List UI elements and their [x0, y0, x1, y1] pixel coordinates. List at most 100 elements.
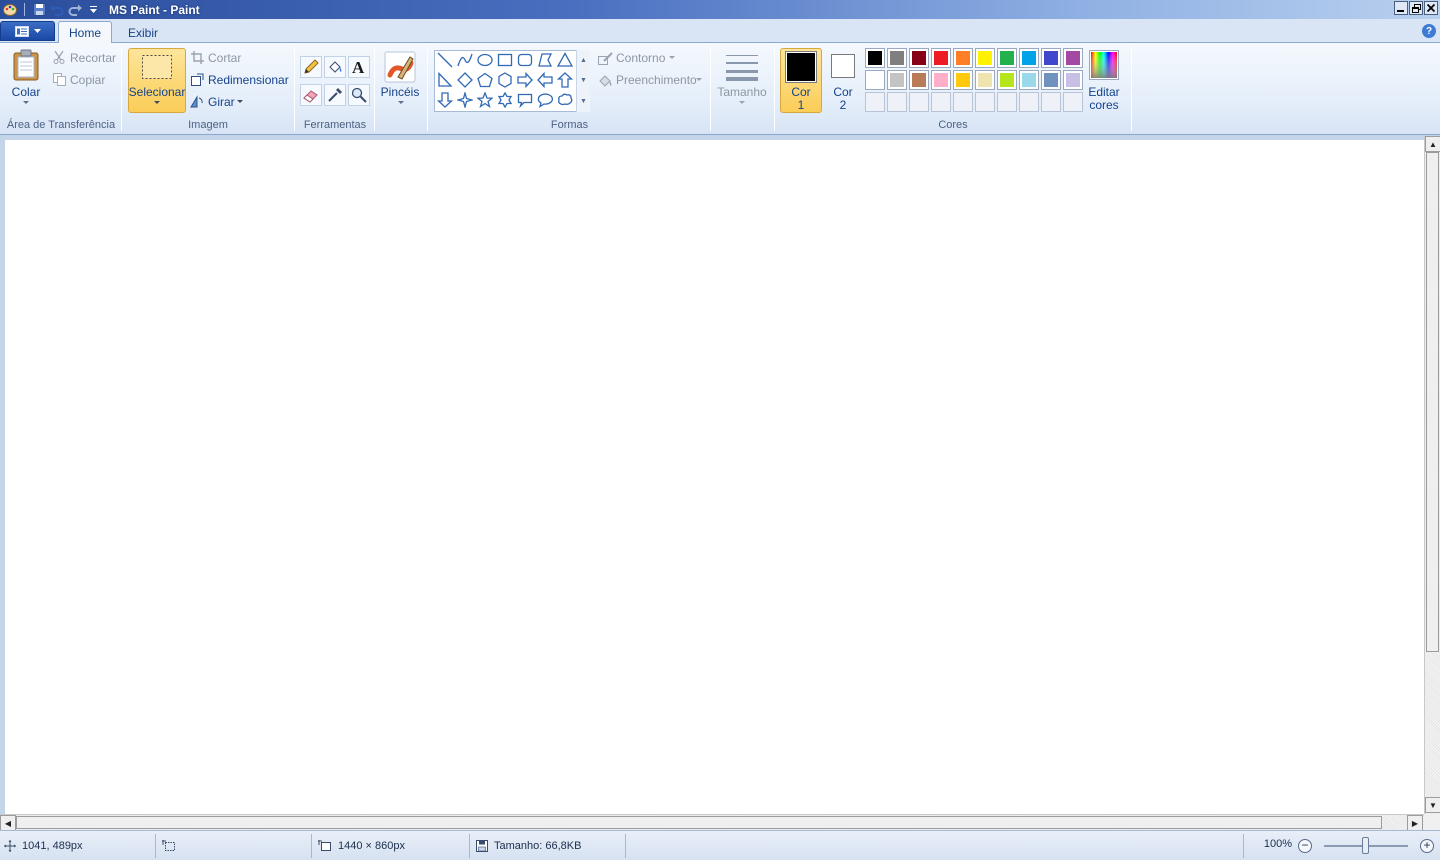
vertical-scrollbar[interactable]: ▲ ▼ — [1424, 136, 1440, 814]
customize-qat-icon[interactable] — [85, 2, 101, 17]
copy-button[interactable]: Copiar — [70, 73, 105, 87]
palette-swatch[interactable] — [1041, 48, 1061, 68]
restore-button[interactable] — [1409, 1, 1423, 15]
minimize-button[interactable] — [1394, 1, 1408, 15]
horizontal-scrollbar[interactable]: ◀ ▶ — [0, 814, 1424, 831]
palette-swatch[interactable] — [931, 48, 951, 68]
palette-swatch[interactable] — [865, 48, 885, 68]
scroll-down-icon[interactable]: ▼ — [580, 77, 587, 84]
pentagon-shape-button[interactable] — [475, 70, 495, 90]
outline-dropdown-icon[interactable] — [668, 55, 676, 61]
right-arrow-shape-button[interactable] — [515, 70, 535, 90]
save-icon[interactable] — [31, 2, 47, 17]
brushes-dropdown-icon[interactable] — [397, 100, 405, 106]
expand-gallery-icon[interactable]: ▼ — [580, 98, 587, 105]
palette-swatch[interactable] — [865, 70, 885, 90]
custom-color-slot[interactable] — [887, 92, 907, 112]
palette-swatch[interactable] — [1019, 70, 1039, 90]
rect-callout-shape-button[interactable] — [515, 90, 535, 110]
scroll-up-button[interactable]: ▲ — [1425, 136, 1440, 152]
tab-exibir[interactable]: Exibir — [116, 21, 170, 44]
curve-shape-button[interactable] — [455, 50, 475, 70]
line-size-icon[interactable] — [724, 49, 760, 83]
line-shape-button[interactable] — [435, 50, 455, 70]
scroll-down-button[interactable]: ▼ — [1425, 797, 1440, 813]
palette-swatch[interactable] — [887, 48, 907, 68]
scroll-up-icon[interactable]: ▲ — [580, 57, 587, 64]
down-arrow-shape-button[interactable] — [435, 90, 455, 110]
undo-icon[interactable] — [49, 2, 65, 17]
select-dropdown-icon[interactable] — [153, 100, 161, 106]
triangle-shape-button[interactable] — [555, 50, 575, 70]
paint-app-icon[interactable] — [2, 2, 18, 17]
six-point-star-shape-button[interactable] — [495, 90, 515, 110]
size-button[interactable]: Tamanho — [714, 86, 770, 99]
paste-dropdown-icon[interactable] — [22, 100, 30, 106]
palette-swatch[interactable] — [975, 48, 995, 68]
color2-button[interactable] — [831, 54, 855, 78]
crop-button[interactable]: Cortar — [208, 51, 241, 65]
eraser-tool-button[interactable] — [300, 84, 322, 106]
custom-color-slot[interactable] — [997, 92, 1017, 112]
hexagon-shape-button[interactable] — [495, 70, 515, 90]
brushes-button[interactable]: Pincéis — [378, 86, 422, 99]
palette-swatch[interactable] — [953, 48, 973, 68]
palette-swatch[interactable] — [953, 70, 973, 90]
edit-colors-button[interactable]: Editar cores — [1082, 86, 1126, 112]
help-icon[interactable]: ? — [1422, 24, 1436, 38]
palette-swatch[interactable] — [975, 70, 995, 90]
outline-button[interactable]: Contorno — [616, 51, 665, 65]
up-arrow-shape-button[interactable] — [555, 70, 575, 90]
fill-button[interactable]: Preenchimento — [616, 73, 697, 87]
tab-home[interactable]: Home — [58, 21, 112, 44]
palette-swatch[interactable] — [887, 70, 907, 90]
fill-dropdown-icon[interactable] — [695, 77, 703, 83]
pencil-tool-button[interactable] — [300, 56, 322, 78]
size-dropdown-icon[interactable] — [738, 100, 746, 106]
rotate-dropdown-icon[interactable] — [236, 99, 244, 105]
zoom-in-button[interactable]: + — [1420, 839, 1434, 853]
left-arrow-shape-button[interactable] — [535, 70, 555, 90]
palette-swatch[interactable] — [909, 48, 929, 68]
palette-swatch[interactable] — [1041, 70, 1061, 90]
paste-icon[interactable] — [10, 48, 42, 82]
four-point-star-shape-button[interactable] — [455, 90, 475, 110]
custom-color-slot[interactable] — [865, 92, 885, 112]
palette-swatch[interactable] — [997, 70, 1017, 90]
paste-button[interactable]: Colar — [6, 86, 46, 99]
oval-shape-button[interactable] — [475, 50, 495, 70]
horizontal-scroll-thumb[interactable] — [16, 816, 1382, 829]
rotate-button[interactable]: Girar — [208, 95, 235, 109]
text-tool-button[interactable]: A — [348, 56, 370, 78]
zoom-slider-thumb[interactable] — [1362, 837, 1369, 854]
color-picker-tool-button[interactable] — [324, 84, 346, 106]
palette-swatch[interactable] — [1063, 70, 1083, 90]
custom-color-slot[interactable] — [931, 92, 951, 112]
palette-swatch[interactable] — [909, 70, 929, 90]
five-point-star-shape-button[interactable] — [475, 90, 495, 110]
scroll-left-button[interactable]: ◀ — [0, 815, 16, 831]
brushes-icon[interactable] — [383, 50, 417, 84]
palette-swatch[interactable] — [997, 48, 1017, 68]
custom-color-slot[interactable] — [909, 92, 929, 112]
palette-swatch[interactable] — [1019, 48, 1039, 68]
cloud-callout-shape-button[interactable] — [555, 90, 575, 110]
custom-color-slot[interactable] — [1019, 92, 1039, 112]
palette-swatch[interactable] — [1063, 48, 1083, 68]
custom-color-slot[interactable] — [975, 92, 995, 112]
close-button[interactable] — [1424, 1, 1438, 15]
redo-icon[interactable] — [67, 2, 83, 17]
oval-callout-shape-button[interactable] — [535, 90, 555, 110]
magnifier-tool-button[interactable] — [348, 84, 370, 106]
shapes-scroll[interactable]: ▲ ▼ ▼ — [576, 50, 590, 112]
rounded-rectangle-shape-button[interactable] — [515, 50, 535, 70]
fill-tool-button[interactable] — [324, 56, 346, 78]
custom-color-slot[interactable] — [1041, 92, 1061, 112]
edit-colors-icon[interactable] — [1089, 50, 1119, 80]
rectangle-shape-button[interactable] — [495, 50, 515, 70]
vertical-scroll-thumb[interactable] — [1426, 152, 1439, 652]
diamond-shape-button[interactable] — [455, 70, 475, 90]
drawing-canvas[interactable] — [5, 140, 1424, 814]
right-triangle-shape-button[interactable] — [435, 70, 455, 90]
custom-color-slot[interactable] — [953, 92, 973, 112]
